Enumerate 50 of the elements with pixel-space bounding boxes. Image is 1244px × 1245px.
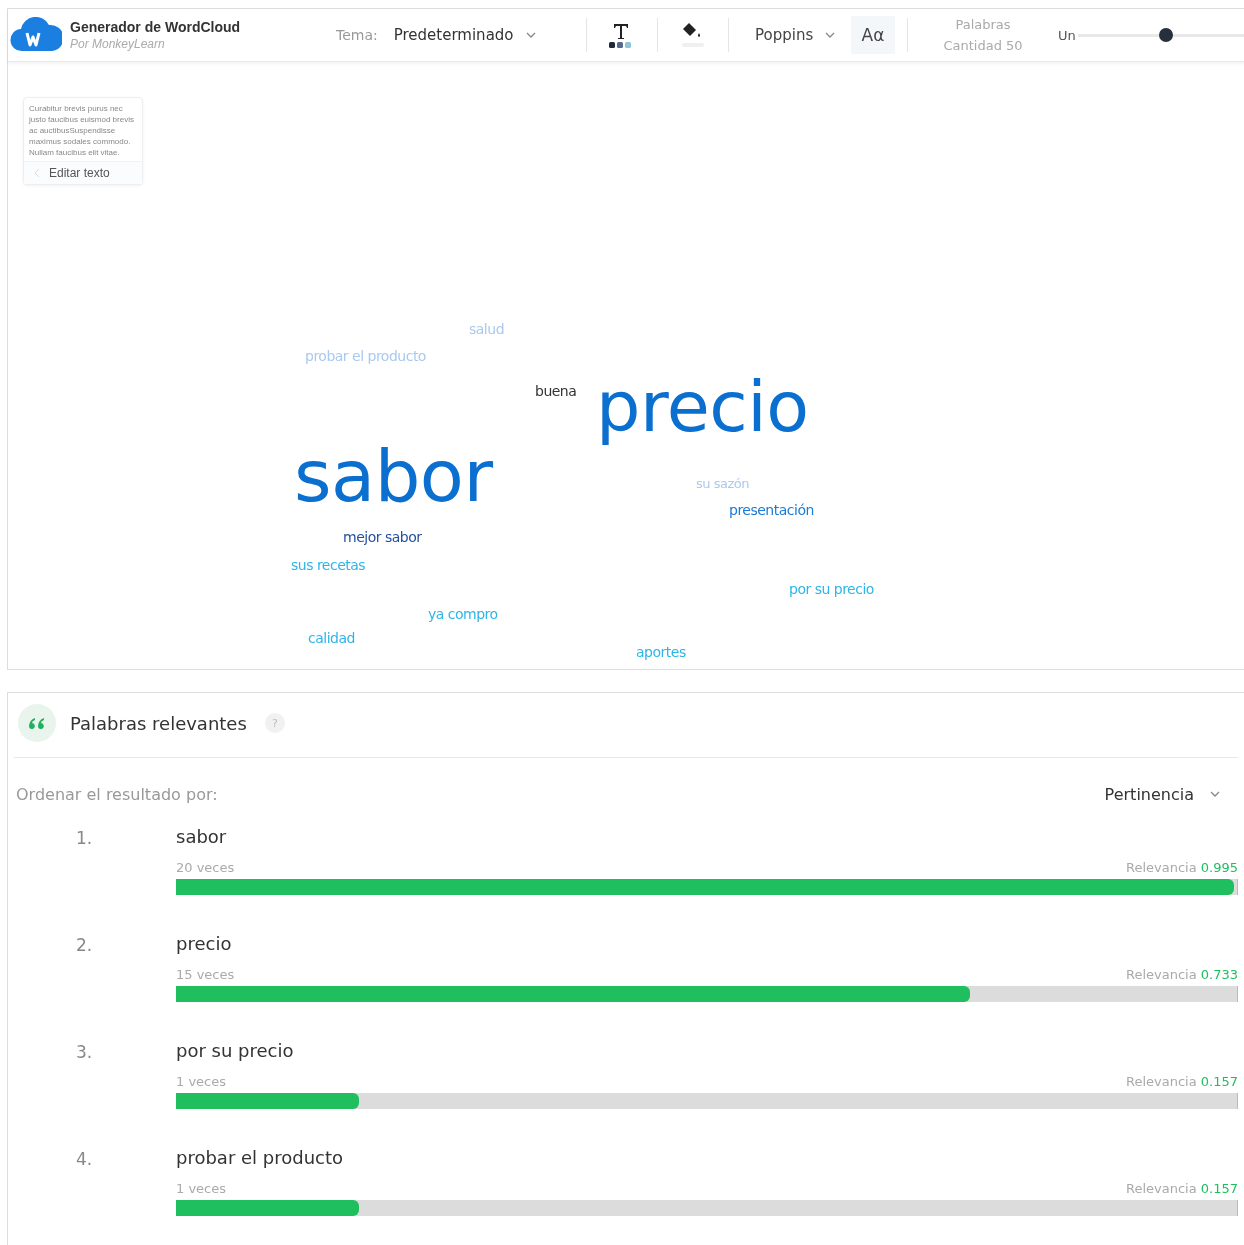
text-preview: Curabitur brevis purus nec justo faucibus euismod brevis ac auctibusSuspendisse maximus sodales commodo. Nullam faucibus elit vitae.	[28, 103, 135, 159]
relevance-score: Relevancia 0.733	[1125, 967, 1238, 983]
cloud-word: presentación	[729, 503, 814, 517]
words-label: Palabras	[955, 17, 1011, 32]
theme-dropdown[interactable]: Predeterminado	[389, 22, 540, 48]
cloud-word: buena	[535, 384, 577, 398]
app-subtitle: Por MonkeyLearn	[70, 37, 166, 51]
chevron-down-icon	[1210, 791, 1220, 797]
sort-label: Ordenar el resultado por:	[16, 784, 218, 804]
section-title: Palabras relevantes	[70, 712, 247, 734]
cloud-word: sabor	[294, 440, 493, 512]
cloud-word: por su precio	[789, 582, 874, 596]
edit-text-button[interactable]: Editar texto	[24, 161, 142, 184]
relevance-score: Relevancia 0.157	[1125, 1074, 1238, 1090]
theme-label: Tema:	[336, 27, 378, 43]
slider-track[interactable]	[1077, 28, 1244, 42]
occurrence-count: 20 veces	[176, 860, 235, 876]
cloud-word: ya compro	[428, 607, 498, 621]
result-word: por su precio	[176, 1039, 295, 1063]
rank-number: 1.	[75, 827, 94, 850]
cloud-word: sus recetas	[291, 558, 366, 572]
paint-bucket-icon	[679, 21, 707, 49]
chevron-down-icon	[525, 32, 536, 38]
relevance-score: Relevancia 0.157	[1125, 1181, 1238, 1197]
occurrence-count: 1 veces	[176, 1181, 226, 1197]
cloud-word: calidad	[308, 631, 355, 645]
font-dropdown[interactable]: Poppins	[751, 22, 847, 48]
cloud-word: salud	[469, 322, 505, 336]
relevance-score: Relevancia 0.995	[1125, 860, 1238, 876]
case-button[interactable]: Aα	[851, 16, 895, 54]
chevron-left-icon	[34, 168, 40, 178]
rank-number: 2.	[75, 934, 94, 957]
result-word: precio	[176, 932, 233, 956]
sort-dropdown[interactable]: Pertinencia	[1100, 780, 1224, 808]
cloud-word: aportes	[636, 645, 686, 659]
chevron-down-icon	[825, 32, 836, 38]
words-count: Cantidad 50	[943, 38, 1023, 53]
result-word: probar el producto	[176, 1146, 345, 1170]
result-word: sabor	[176, 825, 228, 849]
occurrence-count: 1 veces	[176, 1074, 226, 1090]
slider-thumb[interactable]	[1158, 28, 1173, 42]
cloud-word: probar el producto	[305, 349, 426, 363]
occurrence-count: 15 veces	[176, 967, 235, 983]
quote-icon	[18, 704, 56, 742]
cloud-word: mejor sabor	[343, 530, 422, 544]
cloud-word: su sazón	[696, 477, 749, 490]
rank-number: 4.	[75, 1148, 94, 1171]
app-title: Generador de WordCloud	[70, 19, 241, 35]
slider-label: Un	[1058, 27, 1076, 43]
rank-number: 3.	[75, 1041, 94, 1064]
